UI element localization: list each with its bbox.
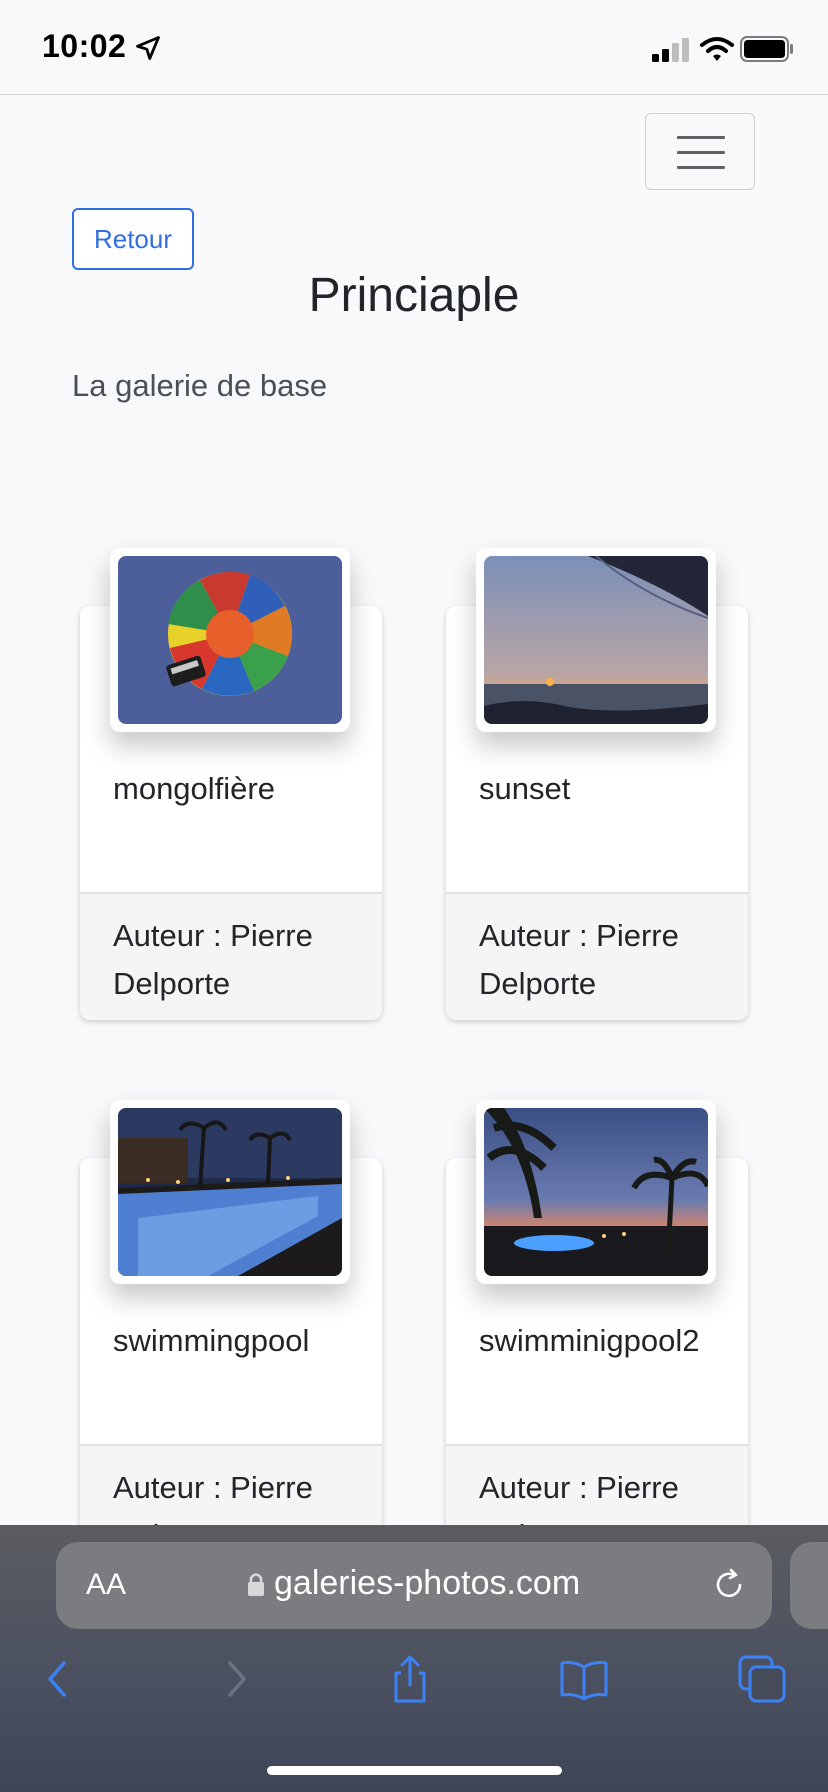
hamburger-menu-button[interactable] xyxy=(645,113,755,190)
photo-title: swimmingpool xyxy=(113,1323,310,1358)
pool-palm-dusk-photo xyxy=(484,1108,708,1276)
photo-author: Auteur : Pierre Delporte xyxy=(113,918,313,1001)
reload-icon[interactable] xyxy=(710,1566,748,1604)
card-footer: Auteur : Pierre Delporte xyxy=(80,892,382,1020)
forward-icon[interactable] xyxy=(210,1653,262,1705)
status-time: 10:02 xyxy=(42,28,127,64)
photo-title: swimminigpool2 xyxy=(479,1323,700,1358)
hamburger-icon xyxy=(677,136,725,139)
url-text: galeries-photos.com xyxy=(274,1564,581,1602)
back-button[interactable]: Retour xyxy=(72,208,194,270)
back-icon[interactable] xyxy=(32,1653,84,1705)
gallery-description: La galerie de base xyxy=(72,368,328,403)
photo-card[interactable]: sunset Auteur : Pierre Delporte xyxy=(446,548,748,1020)
next-tab-preview[interactable] xyxy=(790,1542,828,1629)
battery-icon xyxy=(740,36,793,62)
photo-thumbnail[interactable] xyxy=(476,548,716,732)
wifi-icon xyxy=(700,37,734,61)
photo-card[interactable]: mongolfière Auteur : Pierre Delporte xyxy=(80,548,382,1020)
signal-icon xyxy=(652,38,689,62)
photo-card[interactable]: swimminigpool2 Auteur : Pierre Delporte xyxy=(446,1100,748,1572)
photo-author: Auteur : Pierre Delporte xyxy=(479,918,679,1001)
address-bar[interactable]: AA galeries-photos.com xyxy=(56,1542,772,1629)
lock-icon xyxy=(248,1573,264,1596)
photo-card[interactable]: swimmingpool Auteur : Pierre Delporte xyxy=(80,1100,382,1572)
page-title: Princiaple xyxy=(308,269,520,322)
photo-title: sunset xyxy=(479,771,571,806)
hot-air-balloon-photo xyxy=(118,556,342,724)
photo-thumbnail[interactable] xyxy=(476,1100,716,1284)
photo-title: mongolfière xyxy=(113,771,275,806)
sunset-sea-photo xyxy=(484,556,708,724)
text-size-button[interactable]: AA xyxy=(86,1568,126,1602)
home-indicator[interactable] xyxy=(267,1766,562,1775)
share-icon[interactable] xyxy=(384,1653,436,1705)
night-pool-photo xyxy=(118,1108,342,1276)
photo-thumbnail[interactable] xyxy=(110,548,350,732)
card-footer: Auteur : Pierre Delporte xyxy=(446,892,748,1020)
location-arrow-icon xyxy=(136,36,160,60)
status-bar: 10:02 xyxy=(0,0,828,95)
bookmarks-icon[interactable] xyxy=(558,1653,610,1705)
browser-toolbar: AA galeries-photos.com xyxy=(0,1525,828,1792)
tabs-icon[interactable] xyxy=(736,1653,788,1705)
photo-thumbnail[interactable] xyxy=(110,1100,350,1284)
